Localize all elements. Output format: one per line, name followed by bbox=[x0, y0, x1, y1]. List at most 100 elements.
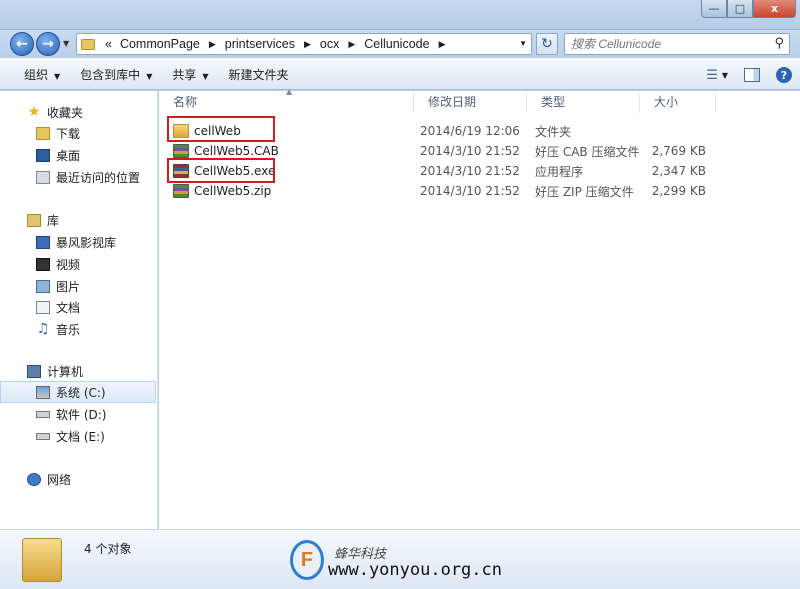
folder-icon bbox=[81, 38, 95, 50]
forward-button[interactable]: → bbox=[36, 32, 60, 56]
caret-down-icon: ▼ bbox=[54, 71, 61, 81]
file-date: 2014/3/10 21:52 bbox=[420, 164, 520, 178]
sidebar-item-music[interactable]: ♫ 音乐 bbox=[0, 318, 156, 340]
title-bar: — □ x bbox=[0, 0, 800, 30]
sidebar-group-label: 收藏夹 bbox=[47, 105, 84, 120]
sidebar-item-label: 文档 bbox=[56, 300, 81, 315]
help-icon[interactable]: ? bbox=[776, 67, 792, 83]
refresh-button[interactable]: ↻ bbox=[536, 33, 558, 55]
sidebar-item-label: 桌面 bbox=[56, 148, 81, 163]
sidebar-item-pictures[interactable]: 图片 bbox=[0, 275, 156, 297]
sidebar-group-favorites[interactable]: ★ 收藏夹 bbox=[0, 101, 156, 123]
breadcrumb-commonpage[interactable]: CommonPage bbox=[116, 37, 204, 51]
music-note-icon: ♫ bbox=[36, 321, 50, 337]
sidebar-item-videos[interactable]: 视频 bbox=[0, 253, 156, 275]
file-size: 2,347 KB bbox=[651, 164, 706, 178]
sidebar-item-downloads[interactable]: 下载 bbox=[0, 122, 156, 144]
pictures-icon bbox=[36, 279, 50, 293]
sidebar-item-label: 最近访问的位置 bbox=[56, 170, 141, 185]
sidebar-item-label: 系统 (C:) bbox=[56, 385, 106, 400]
sidebar-group-label: 计算机 bbox=[47, 364, 84, 379]
breadcrumb-printservices[interactable]: printservices bbox=[221, 37, 299, 51]
chevron-right-icon[interactable]: ▶ bbox=[299, 39, 316, 50]
refresh-icon: ↻ bbox=[541, 36, 553, 52]
column-header-type[interactable]: 类型 bbox=[527, 91, 640, 113]
item-count: 4 个对象 bbox=[84, 542, 132, 556]
caret-down-icon: ▼ bbox=[202, 71, 209, 81]
sidebar-item-label: 文档 (E:) bbox=[56, 429, 105, 444]
file-name: CellWeb5.CAB bbox=[194, 144, 279, 158]
highlight-box-cellweb5-exe bbox=[167, 158, 275, 183]
sidebar-item-label: 软件 (D:) bbox=[56, 407, 107, 422]
sidebar-item-label: 音乐 bbox=[56, 322, 81, 337]
change-view-icon[interactable]: ☰ bbox=[706, 68, 718, 83]
breadcrumb-ocx[interactable]: ocx bbox=[316, 37, 343, 51]
column-header-name[interactable]: 名称 bbox=[159, 91, 414, 113]
search-box[interactable]: ⚲ bbox=[564, 33, 790, 55]
maximize-button[interactable]: □ bbox=[727, 0, 753, 18]
file-row-cellweb5-zip[interactable]: CellWeb5.zip 2014/3/10 21:52 好压 ZIP 压缩文件… bbox=[159, 181, 800, 201]
libraries-icon bbox=[27, 213, 41, 227]
close-button[interactable]: x bbox=[753, 0, 796, 18]
recent-places-icon bbox=[36, 170, 50, 184]
share-menu[interactable]: 共享 ▼ bbox=[162, 66, 218, 83]
window-controls: — □ x bbox=[701, 0, 796, 18]
minimize-button[interactable]: — bbox=[701, 0, 727, 18]
cab-archive-icon bbox=[173, 144, 189, 158]
sidebar-group-network[interactable]: 网络 bbox=[0, 468, 156, 490]
preview-pane-icon[interactable] bbox=[744, 68, 760, 82]
column-header-date[interactable]: 修改日期 bbox=[414, 91, 527, 113]
sidebar-item-recent-places[interactable]: 最近访问的位置 bbox=[0, 166, 156, 188]
breadcrumb-overflow[interactable]: « bbox=[101, 37, 116, 51]
file-name: CellWeb5.zip bbox=[194, 184, 272, 198]
file-type: 应用程序 bbox=[535, 164, 584, 179]
command-bar: 组织 ▼ 包含到库中 ▼ 共享 ▼ 新建文件夹 ☰ ▼ ? bbox=[0, 58, 800, 90]
file-type: 文件夹 bbox=[535, 124, 572, 139]
sidebar-item-drive-c[interactable]: 系统 (C:) bbox=[0, 381, 156, 403]
zip-archive-icon bbox=[173, 184, 189, 198]
search-icon[interactable]: ⚲ bbox=[774, 36, 784, 51]
system-drive-icon bbox=[36, 385, 50, 399]
watermark: F 蜂华科技 www.yonyou.org.cn bbox=[290, 540, 520, 586]
file-date: 2014/3/10 21:52 bbox=[420, 184, 520, 198]
sidebar-item-storm-library[interactable]: 暴风影视库 bbox=[0, 231, 156, 253]
address-dropdown-icon[interactable]: ▼ bbox=[519, 39, 527, 48]
navigation-bar: ← → ▼ « CommonPage ▶ printservices ▶ ocx… bbox=[0, 30, 800, 58]
sidebar-item-drive-d[interactable]: 软件 (D:) bbox=[0, 403, 156, 425]
toolbar-right: ☰ ▼ ? bbox=[698, 63, 800, 87]
include-in-library-menu[interactable]: 包含到库中 ▼ bbox=[70, 66, 162, 83]
search-input[interactable] bbox=[565, 37, 765, 51]
view-options-dropdown-icon[interactable]: ▼ bbox=[722, 71, 728, 80]
file-date: 2014/6/19 12:06 bbox=[420, 124, 520, 138]
brand-logo-icon: F bbox=[290, 540, 324, 580]
chevron-right-icon[interactable]: ▶ bbox=[343, 39, 360, 50]
documents-icon bbox=[36, 300, 50, 314]
sidebar-group-libraries[interactable]: 库 bbox=[0, 209, 156, 231]
column-header-size[interactable]: 大小 bbox=[640, 91, 716, 113]
file-list: ▲ 名称 修改日期 类型 大小 cellWeb 2014/6/19 12:06 … bbox=[159, 87, 800, 529]
sidebar-group-computer[interactable]: 计算机 bbox=[0, 360, 156, 382]
sidebar-item-desktop[interactable]: 桌面 bbox=[0, 144, 156, 166]
recent-pages-dropdown[interactable]: ▼ bbox=[63, 39, 69, 48]
hard-drive-icon bbox=[36, 410, 50, 418]
arrow-right-icon: → bbox=[42, 36, 54, 52]
sidebar-group-label: 库 bbox=[47, 213, 60, 228]
organize-menu[interactable]: 组织 ▼ bbox=[14, 66, 70, 83]
file-type: 好压 ZIP 压缩文件 bbox=[535, 184, 634, 199]
sidebar-item-drive-e[interactable]: 文档 (E:) bbox=[0, 425, 156, 447]
file-size: 2,299 KB bbox=[651, 184, 706, 198]
desktop-icon bbox=[36, 148, 50, 162]
new-folder-button[interactable]: 新建文件夹 bbox=[219, 66, 299, 83]
chevron-right-icon[interactable]: ▶ bbox=[434, 39, 451, 50]
chevron-right-icon[interactable]: ▶ bbox=[204, 39, 221, 50]
back-button[interactable]: ← bbox=[10, 32, 34, 56]
include-in-library-label: 包含到库中 bbox=[80, 67, 141, 82]
sidebar-item-documents[interactable]: 文档 bbox=[0, 296, 156, 318]
sidebar-group-label: 网络 bbox=[47, 472, 72, 487]
breadcrumb-cellunicode[interactable]: Cellunicode bbox=[360, 37, 433, 51]
network-icon bbox=[27, 472, 41, 486]
computer-icon bbox=[27, 364, 41, 378]
file-type: 好压 CAB 压缩文件 bbox=[535, 144, 640, 159]
video-icon bbox=[36, 257, 50, 271]
address-bar[interactable]: « CommonPage ▶ printservices ▶ ocx ▶ Cel… bbox=[76, 33, 532, 55]
